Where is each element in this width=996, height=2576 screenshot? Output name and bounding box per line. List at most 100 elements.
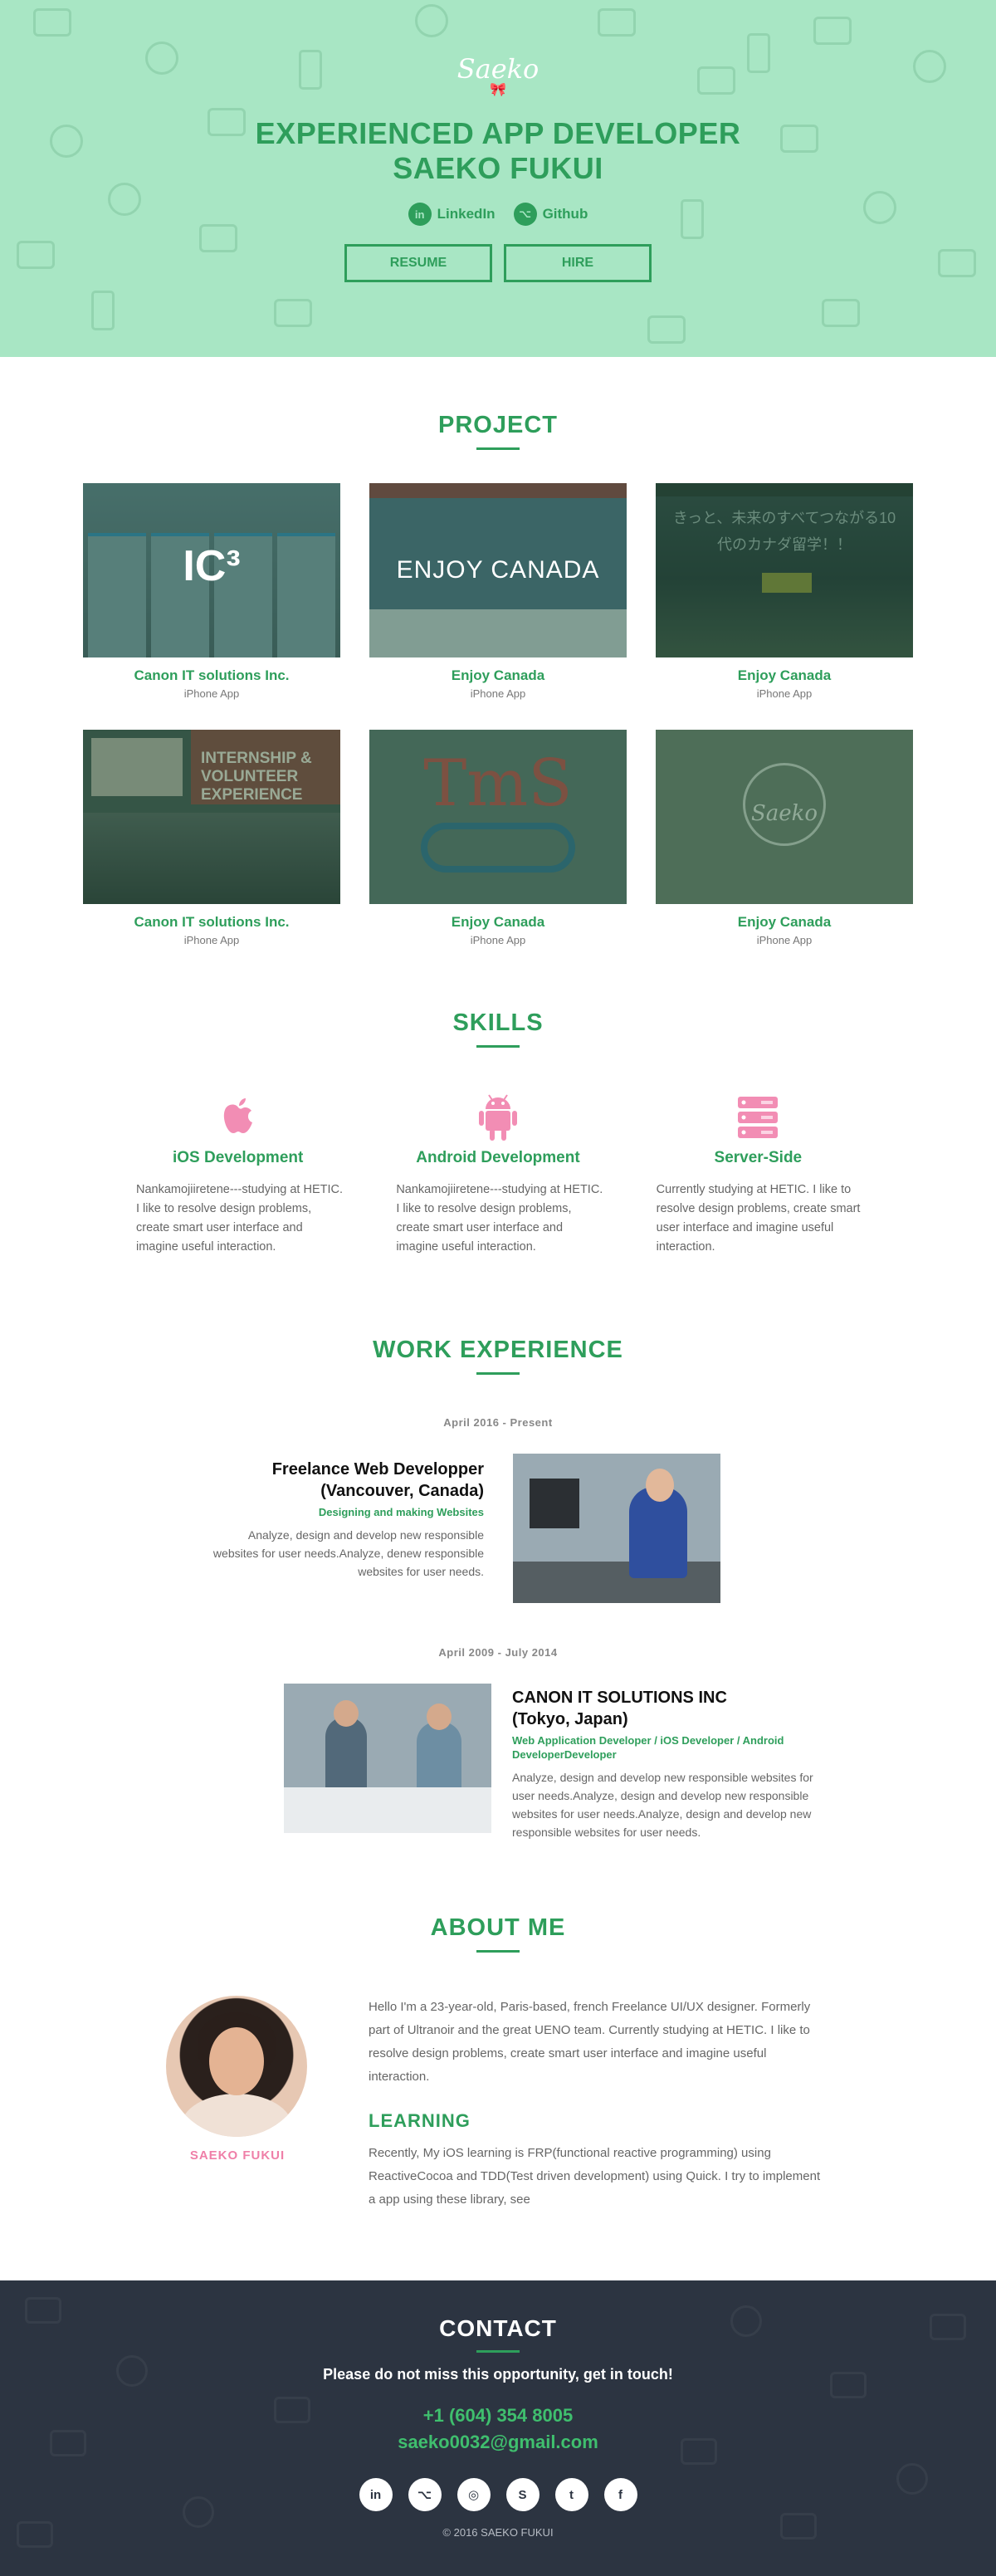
hero-title: EXPERIENCED APP DEVELOPER SAEKO FUKUI (0, 116, 996, 186)
job-text: Freelance Web Developper (Vancouver, Cana… (202, 1459, 484, 1581)
project-type: iPhone App (183, 687, 240, 700)
resume-button[interactable]: RESUME (344, 244, 492, 282)
job-location: (Vancouver, Canada) (320, 1482, 484, 1500)
skill-description: Nankamojiiretene---studying at HETIC. I … (136, 1183, 344, 1254)
linkedin-icon[interactable]: in (359, 2478, 393, 2511)
project-name[interactable]: Enjoy Canada (656, 914, 913, 931)
skills-section: SKILLS iOS Development Nankamojiiretene-… (0, 946, 996, 1257)
job-period: April 2009 - July 2014 (438, 1646, 558, 1659)
bow-icon: 🎀 (490, 83, 506, 97)
server-icon (645, 1094, 872, 1141)
job-description: Analyze, design and develop new responsi… (212, 1528, 484, 1578)
skill-name: Server-Side (714, 1149, 803, 1166)
project-name[interactable]: Enjoy Canada (369, 914, 627, 931)
saeko-watermark: Saeko (750, 801, 818, 826)
project-type: iPhone App (470, 934, 526, 946)
skill-server: Server-Side Currently studying at HETIC.… (645, 1094, 872, 1257)
facebook-icon[interactable]: f (603, 2478, 637, 2511)
skills-title: SKILLS (0, 1009, 996, 1048)
project-card[interactable]: きっと、未来のすべてつながる10 代のカナダ留学！！ Enjoy Canada i… (656, 483, 913, 700)
project-card[interactable]: Saeko Enjoy Canada iPhone App (656, 730, 913, 946)
github-label: Github (542, 206, 588, 222)
project-type: iPhone App (756, 687, 813, 700)
project-card[interactable]: TmS Enjoy Canada iPhone App (369, 730, 627, 946)
projects-grid: IC³ Canon IT solutions Inc. iPhone App E… (83, 483, 913, 946)
tumblr-icon[interactable]: t (554, 2478, 588, 2511)
hero-title-line2: SAEKO FUKUI (393, 151, 603, 185)
android-icon (384, 1094, 611, 1141)
project-thumbnail[interactable]: INTERNSHIP & VOLUNTEER EXPERIENCE (83, 730, 340, 904)
projects-section: PROJECT IC³ Canon IT solutions Inc. iPho… (0, 357, 996, 946)
job-location: (Tokyo, Japan) (512, 1710, 628, 1728)
projects-title: PROJECT (0, 412, 996, 450)
github-icon[interactable]: ⌥ (408, 2478, 442, 2511)
contact-social-links: in ⌥ ◎ S t f (0, 2478, 996, 2511)
project-card[interactable]: IC³ Canon IT solutions Inc. iPhone App (83, 483, 340, 700)
job-entry: CANON IT SOLUTIONS INC (Tokyo, Japan) Web… (0, 1684, 996, 1839)
project-thumbnail[interactable]: IC³ (83, 483, 340, 657)
project-name[interactable]: Enjoy Canada (369, 667, 627, 684)
about-section: ABOUT ME SAEKO FUKUI Hello I'm a 23-year… (0, 1835, 996, 2212)
project-type: iPhone App (183, 934, 240, 946)
learning-title: LEARNING (369, 2110, 471, 2131)
bio-text: Hello I'm a 23-year-old, Paris-based, fr… (369, 2000, 811, 2084)
project-type: iPhone App (470, 687, 526, 700)
skill-description: Currently studying at HETIC. I like to r… (656, 1183, 861, 1254)
job-title-line1: CANON IT SOLUTIONS INC (512, 1689, 727, 1707)
hero-title-line1: EXPERIENCED APP DEVELOPER (255, 116, 741, 150)
contact-title: CONTACT (0, 2315, 996, 2353)
project-name[interactable]: Canon IT solutions Inc. (83, 914, 340, 931)
skill-android: Android Development Nankamojiiretene---s… (384, 1094, 611, 1257)
contact-tagline: Please do not miss this opportunity, get… (323, 2366, 673, 2383)
linkedin-icon: in (408, 203, 432, 226)
project-card[interactable]: ENJOY CANADA Enjoy Canada iPhone App (369, 483, 627, 700)
profile-name: SAEKO FUKUI (189, 2148, 286, 2163)
job-title: CANON IT SOLUTIONS INC (Tokyo, Japan) (512, 1687, 836, 1730)
linkedin-label: LinkedIn (437, 206, 496, 222)
job-description: Analyze, design and develop new responsi… (512, 1771, 813, 1839)
job-entry: Freelance Web Developper (Vancouver, Cana… (0, 1454, 996, 1605)
skype-icon[interactable]: S (505, 2478, 540, 2511)
project-thumbnail[interactable]: TmS (369, 730, 627, 904)
avatar (166, 1996, 307, 2137)
linkedin-link[interactable]: in LinkedIn (408, 203, 496, 226)
project-thumbnail[interactable]: きっと、未来のすべてつながる10 代のカナダ留学！！ (656, 483, 913, 657)
github-link[interactable]: ⌥ Github (513, 203, 588, 226)
hero-buttons: RESUME HIRE (0, 244, 996, 282)
about-content: SAEKO FUKUI Hello I'm a 23-year-old, Par… (166, 1994, 830, 2212)
contact-section: CONTACT Please do not miss this opportun… (0, 2280, 996, 2576)
skill-description: Nankamojiiretene---studying at HETIC. I … (396, 1183, 603, 1254)
project-thumbnail[interactable]: ENJOY CANADA (369, 483, 627, 657)
job-period: April 2016 - Present (443, 1416, 553, 1429)
job-title-line1: Freelance Web Developper (271, 1460, 484, 1479)
skill-name: Android Development (416, 1149, 580, 1166)
work-section: WORK EXPERIENCE April 2016 - Present Fre… (0, 1257, 996, 1839)
hero-social-links: in LinkedIn ⌥ Github (0, 203, 996, 226)
copyright: © 2016 SAEKO FUKUI (442, 2526, 554, 2539)
job-role: Designing and making Websites (318, 1506, 484, 1518)
apple-icon (124, 1094, 351, 1141)
site-logo[interactable]: Saeko (0, 53, 996, 85)
project-name[interactable]: Enjoy Canada (656, 667, 913, 684)
hero-section: Saeko 🎀 EXPERIENCED APP DEVELOPER SAEKO … (0, 0, 996, 357)
work-title: WORK EXPERIENCE (0, 1337, 996, 1375)
job-photo (513, 1454, 720, 1603)
project-type: iPhone App (756, 934, 813, 946)
ic3-logo: IC³ (183, 542, 241, 590)
contact-email[interactable]: saeko0032@gmail.com (0, 2432, 996, 2453)
enjoy-canada-logo: ENJOY CANADA (396, 556, 600, 584)
project-name[interactable]: Canon IT solutions Inc. (83, 667, 340, 684)
project-card[interactable]: INTERNSHIP & VOLUNTEER EXPERIENCE Canon … (83, 730, 340, 946)
contact-phone[interactable]: +1 (604) 354 8005 (0, 2405, 996, 2427)
project-thumbnail[interactable]: Saeko (656, 730, 913, 904)
profile: SAEKO FUKUI (166, 1994, 309, 2212)
github-icon: ⌥ (513, 203, 537, 226)
hire-button[interactable]: HIRE (504, 244, 652, 282)
instagram-icon[interactable]: ◎ (456, 2478, 491, 2511)
about-text: Hello I'm a 23-year-old, Paris-based, fr… (369, 1994, 830, 2212)
learning-text: Recently, My iOS learning is FRP(functio… (369, 2146, 821, 2207)
skills-grid: iOS Development Nankamojiiretene---study… (124, 1094, 872, 1257)
job-title: Freelance Web Developper (Vancouver, Cana… (202, 1459, 484, 1502)
job-text: CANON IT SOLUTIONS INC (Tokyo, Japan) Web… (512, 1687, 836, 1841)
about-title: ABOUT ME (0, 1914, 996, 1953)
